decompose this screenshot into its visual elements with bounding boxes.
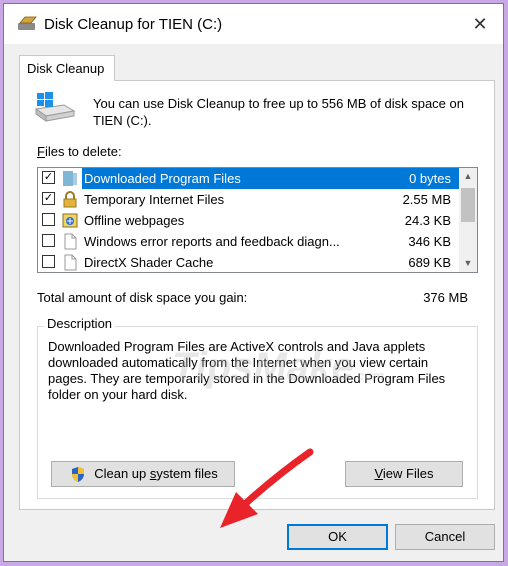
watermark-suffix: .com — [353, 368, 384, 383]
file-size: 689 KB — [408, 255, 451, 270]
file-size: 0 bytes — [396, 168, 459, 189]
lock-icon — [63, 191, 77, 208]
checkbox[interactable] — [42, 255, 55, 268]
scroll-thumb[interactable] — [461, 188, 475, 222]
checkbox[interactable] — [42, 213, 55, 226]
file-name: Offline webpages — [84, 213, 185, 228]
total-label: Total amount of disk space you gain: — [37, 290, 248, 305]
file-icon — [64, 254, 77, 271]
list-item[interactable]: Offline webpages 24.3 KB — [38, 210, 459, 231]
clean-label-part: ystem files — [156, 466, 218, 481]
files-list[interactable]: ✓ Downloaded Program Files 0 bytes ✓ Tem… — [37, 167, 478, 273]
list-item[interactable]: ✓ Downloaded Program Files 0 bytes — [38, 168, 459, 189]
files-to-delete-label: Files to delete: — [37, 144, 122, 159]
scroll-down-icon[interactable]: ▼ — [459, 255, 477, 272]
cancel-button[interactable]: Cancel — [395, 524, 495, 550]
clean-up-system-files-button[interactable]: Clean up system files — [51, 461, 235, 487]
disk-cleanup-window: Disk Cleanup for TIEN (C:) ✕ Disk Cleanu… — [3, 3, 504, 562]
tab-disk-cleanup[interactable]: Disk Cleanup — [19, 55, 115, 81]
shield-icon — [72, 467, 84, 482]
close-icon: ✕ — [472, 13, 488, 34]
description-legend: Description — [44, 316, 116, 331]
list-item[interactable]: ✓ Temporary Internet Files 2.55 MB — [38, 189, 459, 210]
watermark: TipsMake.com — [172, 345, 384, 390]
view-label-accel: V — [374, 466, 383, 481]
file-name: Downloaded Program Files — [82, 168, 396, 189]
drive-icon — [34, 92, 76, 122]
watermark-main: TipsMake — [172, 345, 354, 389]
clean-label-part: Clean up — [94, 466, 150, 481]
list-item[interactable]: Windows error reports and feedback diagn… — [38, 231, 459, 252]
disk-cleanup-icon — [18, 16, 37, 30]
offline-webpages-icon — [62, 213, 78, 228]
close-button[interactable]: ✕ — [457, 4, 503, 44]
vertical-scrollbar[interactable]: ▲ ▼ — [459, 168, 477, 272]
checkbox[interactable]: ✓ — [42, 192, 55, 205]
view-label-rest: iew Files — [382, 466, 434, 481]
file-name: Temporary Internet Files — [84, 192, 225, 207]
files-label-rest: iles to delete: — [44, 144, 122, 159]
annotation-arrow-icon — [220, 448, 314, 528]
file-size: 346 KB — [408, 234, 451, 249]
files-label-accel: F — [37, 144, 45, 159]
view-files-button[interactable]: View Files — [345, 461, 463, 487]
total-value: 376 MB — [423, 290, 468, 305]
tab-panel: You can use Disk Cleanup to free up to 5… — [19, 80, 495, 528]
checkbox[interactable] — [42, 234, 55, 247]
title-bar: Disk Cleanup for TIEN (C:) ✕ — [4, 4, 503, 44]
folder-icon — [63, 171, 77, 186]
file-name: Windows error reports and feedback diagn… — [84, 234, 340, 249]
file-icon — [64, 233, 77, 250]
file-size: 24.3 KB — [404, 213, 451, 228]
scroll-up-icon[interactable]: ▲ — [459, 168, 477, 185]
intro-text: You can use Disk Cleanup to free up to 5… — [93, 96, 464, 128]
file-size: 2.55 MB — [402, 192, 451, 207]
list-item[interactable]: DirectX Shader Cache 689 KB — [38, 252, 459, 272]
file-name: DirectX Shader Cache — [84, 255, 214, 270]
ok-button[interactable]: OK — [287, 524, 388, 550]
window-title: Disk Cleanup for TIEN (C:) — [44, 16, 223, 33]
checkbox[interactable]: ✓ — [42, 171, 55, 184]
